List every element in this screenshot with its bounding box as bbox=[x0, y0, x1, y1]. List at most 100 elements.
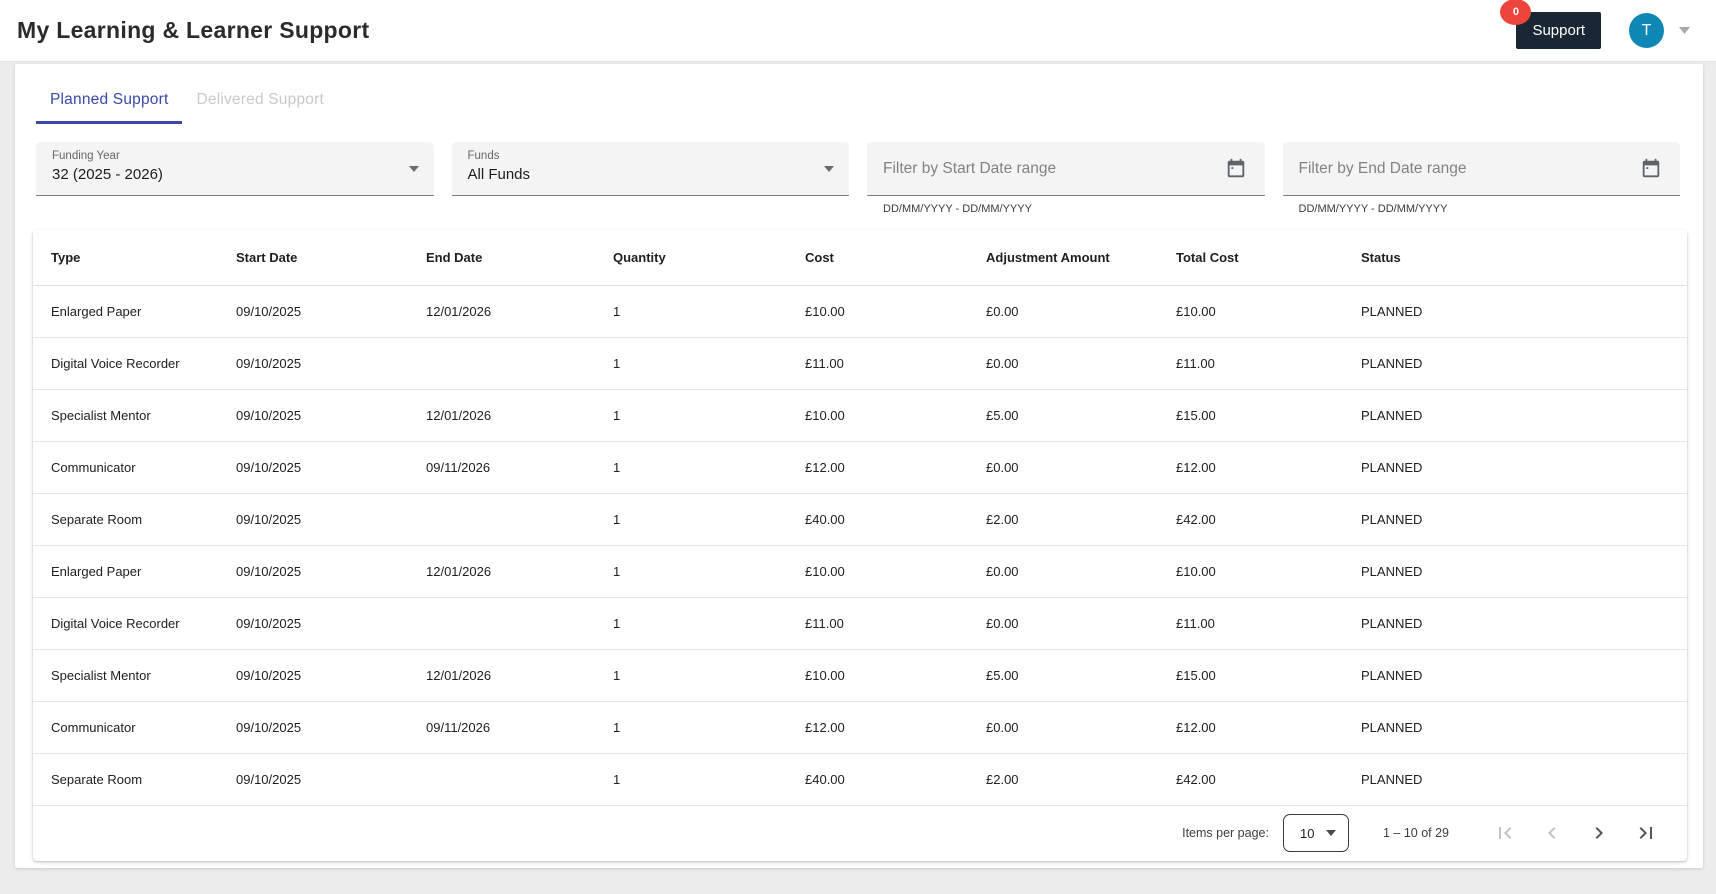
table-cell: £0.00 bbox=[968, 597, 1158, 650]
table-cell: £12.00 bbox=[1158, 701, 1343, 754]
table-cell: £11.00 bbox=[787, 597, 968, 650]
previous-page-button[interactable] bbox=[1528, 813, 1575, 853]
column-header-status: Status bbox=[1343, 230, 1687, 286]
table-cell: £10.00 bbox=[787, 389, 968, 442]
filter-row: Funding Year 32 (2025 - 2026) Funds All … bbox=[15, 124, 1703, 215]
calendar-icon[interactable] bbox=[1221, 154, 1251, 184]
table-cell: £0.00 bbox=[968, 337, 1158, 390]
table-cell: £10.00 bbox=[787, 649, 968, 702]
end-date-filter-col: Filter by End Date range DD/MM/YYYY - DD… bbox=[1282, 142, 1680, 215]
table-row: Enlarged Paper 09/10/2025 12/01/2026 1 £10.0… bbox=[33, 285, 1687, 338]
table-row: Specialist Mentor 09/10/2025 12/01/2026 1 £1… bbox=[33, 389, 1687, 442]
end-date-placeholder: Filter by End Date range bbox=[1298, 159, 1467, 177]
table-cell: PLANNED bbox=[1343, 493, 1687, 546]
table-cell: PLANNED bbox=[1343, 545, 1687, 598]
table-cell bbox=[408, 597, 595, 650]
start-date-placeholder: Filter by Start Date range bbox=[883, 159, 1057, 177]
table-cell: 1 bbox=[595, 753, 787, 806]
column-header-type: Type bbox=[33, 230, 218, 286]
table-cell: 09/11/2026 bbox=[408, 701, 595, 754]
table-cell: £42.00 bbox=[1158, 493, 1343, 546]
tab-delivered-support[interactable]: Delivered Support bbox=[182, 77, 337, 124]
funding-year-label: Funding Year bbox=[52, 150, 120, 162]
table-cell bbox=[408, 753, 595, 806]
table-cell: £0.00 bbox=[968, 441, 1158, 494]
end-date-format-hint: DD/MM/YYYY - DD/MM/YYYY bbox=[1298, 203, 1448, 215]
table-cell: £12.00 bbox=[1158, 441, 1343, 494]
table-cell: £10.00 bbox=[1158, 545, 1343, 598]
table-cell: £11.00 bbox=[1158, 337, 1343, 390]
funds-value: All Funds bbox=[467, 166, 531, 183]
table-cell: 09/10/2025 bbox=[218, 649, 408, 702]
first-page-icon bbox=[1498, 827, 1511, 839]
table-cell: £5.00 bbox=[968, 649, 1158, 702]
table-row: Communicator 09/10/2025 09/11/2026 1 £12.00 £… bbox=[33, 441, 1687, 494]
funding-year-value: 32 (2025 - 2026) bbox=[52, 166, 163, 183]
table-row: Separate Room 09/10/2025 1 £40.00 £2.00 £42.0… bbox=[33, 753, 1687, 806]
table-cell: PLANNED bbox=[1343, 337, 1687, 390]
table-cell: £11.00 bbox=[1158, 597, 1343, 650]
table-cell: 1 bbox=[595, 649, 787, 702]
table-cell: £40.00 bbox=[787, 493, 968, 546]
table-row: Digital Voice Recorder 09/10/2025 1 £11.00 £… bbox=[33, 597, 1687, 650]
table-cell: 09/10/2025 bbox=[218, 701, 408, 754]
table-cell: Communicator bbox=[33, 701, 218, 754]
last-page-button[interactable] bbox=[1622, 813, 1669, 853]
table-cell: £12.00 bbox=[787, 441, 968, 494]
next-page-button[interactable] bbox=[1575, 813, 1622, 853]
first-page-button[interactable] bbox=[1481, 813, 1528, 853]
column-header-start-date: Start Date bbox=[218, 230, 408, 286]
table-cell: 1 bbox=[595, 441, 787, 494]
table-cell: Separate Room bbox=[33, 753, 218, 806]
calendar-icon[interactable] bbox=[1636, 154, 1666, 184]
table-cell: PLANNED bbox=[1343, 441, 1687, 494]
table-cell: 1 bbox=[595, 545, 787, 598]
tab-bar: Planned Support Delivered Support bbox=[15, 77, 1703, 124]
topbar-actions: 0 Support T bbox=[1500, 0, 1690, 49]
items-per-page-select[interactable]: 10 bbox=[1282, 814, 1349, 852]
table-cell bbox=[408, 337, 595, 390]
table-cell: £15.00 bbox=[1158, 649, 1343, 702]
chevron-down-icon bbox=[824, 165, 834, 172]
table-cell: Separate Room bbox=[33, 493, 218, 546]
content-card: Planned Support Delivered Support Fundin… bbox=[15, 64, 1703, 868]
table-cell: £12.00 bbox=[787, 701, 968, 754]
table-cell: 1 bbox=[595, 701, 787, 754]
table-cell: £0.00 bbox=[968, 285, 1158, 338]
table-cell: £2.00 bbox=[968, 753, 1158, 806]
paginator: Items per page: 10 1 – 10 of 29 bbox=[33, 806, 1687, 861]
table-cell: £10.00 bbox=[1158, 285, 1343, 338]
support-table-card: Type Start Date End Date Quantity Cost A… bbox=[33, 230, 1687, 861]
table-cell: Specialist Mentor bbox=[33, 389, 218, 442]
table-cell: 1 bbox=[595, 389, 787, 442]
chevron-right-icon bbox=[1595, 827, 1603, 839]
last-page-icon bbox=[1639, 827, 1652, 839]
table-cell: 09/10/2025 bbox=[218, 597, 408, 650]
chevron-left-icon bbox=[1547, 827, 1555, 839]
start-date-range-input[interactable]: Filter by Start Date range bbox=[867, 142, 1265, 196]
funds-select[interactable]: Funds All Funds bbox=[451, 142, 849, 196]
column-header-quantity: Quantity bbox=[595, 230, 787, 286]
table-body: Enlarged Paper 09/10/2025 12/01/2026 1 £10.0… bbox=[33, 285, 1687, 806]
table-cell: 1 bbox=[595, 597, 787, 650]
column-header-adjustment-amount: Adjustment Amount bbox=[968, 230, 1158, 286]
items-per-page-value: 10 bbox=[1299, 825, 1315, 841]
table-cell: 09/10/2025 bbox=[218, 441, 408, 494]
table-cell: 09/11/2026 bbox=[408, 441, 595, 494]
table-cell: £15.00 bbox=[1158, 389, 1343, 442]
funds-label: Funds bbox=[467, 150, 500, 162]
account-menu-chevron-down-icon[interactable] bbox=[1679, 27, 1690, 34]
support-table: Type Start Date End Date Quantity Cost A… bbox=[33, 230, 1687, 806]
table-cell: 12/01/2026 bbox=[408, 649, 595, 702]
table-cell bbox=[408, 493, 595, 546]
start-date-format-hint: DD/MM/YYYY - DD/MM/YYYY bbox=[883, 203, 1032, 215]
tab-planned-support[interactable]: Planned Support bbox=[36, 77, 183, 124]
funding-year-select[interactable]: Funding Year 32 (2025 - 2026) bbox=[36, 142, 434, 196]
end-date-range-input[interactable]: Filter by End Date range bbox=[1282, 142, 1680, 196]
table-cell: PLANNED bbox=[1343, 701, 1687, 754]
table-cell: PLANNED bbox=[1343, 649, 1687, 702]
table-cell: 1 bbox=[595, 337, 787, 390]
table-row: Enlarged Paper 09/10/2025 12/01/2026 1 £10.0… bbox=[33, 545, 1687, 598]
table-cell: 09/10/2025 bbox=[218, 545, 408, 598]
avatar[interactable]: T bbox=[1629, 13, 1664, 48]
